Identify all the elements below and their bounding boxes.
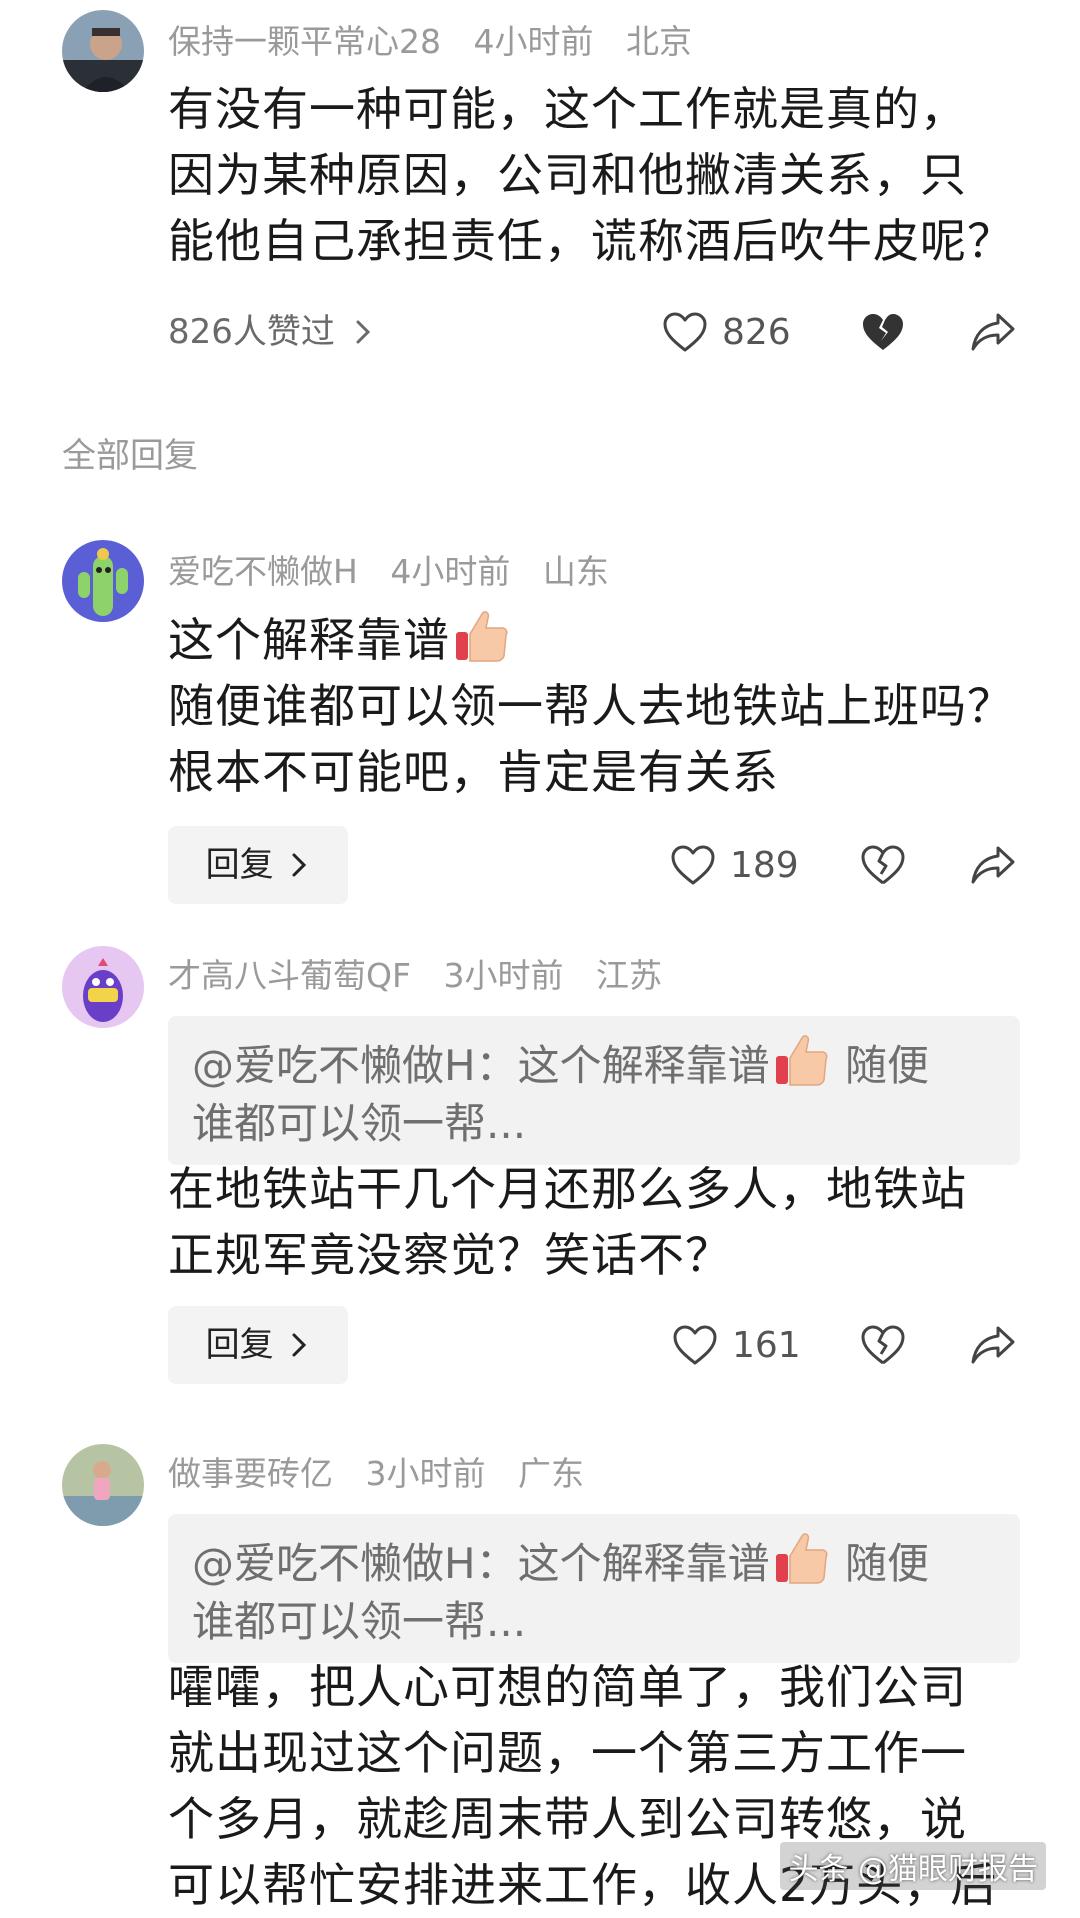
username[interactable]: 保持一颗平常心28: [168, 22, 441, 61]
avatar[interactable]: [62, 946, 144, 1028]
heart-outline-icon: [670, 844, 716, 886]
quoted-reply[interactable]: @爱吃不懒做H：这个解释靠谱 随便 谁都可以领一帮...: [168, 1016, 1020, 1165]
broken-heart-icon: [860, 844, 906, 886]
comment-line: 就出现过这个问题，一个第三方工作一: [168, 1726, 967, 1780]
comment-meta: 保持一颗平常心28 4小时前 北京: [168, 14, 714, 70]
timestamp: 3小时前: [365, 1454, 486, 1493]
username[interactable]: 做事要砖亿: [168, 1454, 333, 1493]
quote-text: @爱吃不懒做H：这个解释靠谱: [192, 1539, 770, 1588]
avatar-photo-child: [62, 1444, 144, 1526]
share-arrow-icon: [970, 844, 1016, 886]
like-button[interactable]: 189: [670, 835, 799, 895]
like-button[interactable]: 161: [672, 1315, 801, 1375]
share-arrow-icon: [970, 311, 1016, 353]
quote-text: 随便: [844, 1539, 929, 1588]
comment-line: 正规军竟没察觉？笑话不？: [168, 1228, 732, 1282]
comment-line: 能他自己承担责任，谎称酒后吹牛皮呢？: [168, 214, 1014, 268]
comment-thread-page: 保持一颗平常心28 4小时前 北京 有没有一种可能，这个工作就是真的， 因为某种…: [0, 0, 1080, 1918]
comment-text: 在地铁站干几个月还那么多人，地铁站 正规军竟没察觉？笑话不？: [168, 1156, 1028, 1288]
username[interactable]: 才高八斗葡萄QF: [168, 956, 411, 995]
avatar-eggplant: [62, 946, 144, 1028]
quote-line: 谁都可以领一帮...: [192, 1099, 527, 1148]
quoted-reply[interactable]: @爱吃不懒做H：这个解释靠谱 随便 谁都可以领一帮...: [168, 1514, 1020, 1663]
timestamp: 3小时前: [443, 956, 564, 995]
thumbs-up-emoji-icon: [770, 1526, 832, 1588]
thumbs-up-emoji-icon: [450, 604, 512, 666]
share-button[interactable]: [970, 302, 1016, 362]
share-button[interactable]: [970, 835, 1016, 895]
reply-label: 回复: [205, 1325, 274, 1365]
heart-outline-icon: [672, 1324, 718, 1366]
comment-line: 根本不可能吧，肯定是有关系: [168, 745, 779, 799]
like-count: 161: [732, 1324, 801, 1366]
avatar[interactable]: [62, 10, 144, 92]
location: 北京: [626, 22, 692, 61]
broken-heart-icon: [860, 1324, 906, 1366]
location: 广东: [518, 1454, 584, 1493]
dislike-button[interactable]: [860, 302, 906, 362]
comment-meta: 才高八斗葡萄QF 3小时前 江苏: [168, 948, 684, 1004]
comment-line: 因为某种原因，公司和他撇清关系，只: [168, 148, 967, 202]
comment-line: 嚯嚯，把人心可想的简单了，我们公司: [168, 1660, 967, 1714]
chevron-right-icon: [346, 312, 374, 352]
dislike-button[interactable]: [860, 1315, 906, 1375]
liked-by-link[interactable]: 826人赞过: [168, 302, 374, 362]
reply-label: 回复: [205, 845, 274, 885]
dislike-button[interactable]: [860, 835, 906, 895]
quote-text: 随便: [844, 1041, 929, 1090]
comment-line-text: 这个解释靠谱: [168, 613, 450, 667]
liked-by-text: 826人赞过: [168, 312, 335, 352]
like-count: 826: [722, 311, 791, 353]
share-arrow-icon: [970, 1324, 1016, 1366]
avatar-photo-man: [62, 10, 144, 92]
chevron-right-icon: [284, 845, 310, 885]
comment-text: 这个解释靠谱 随便谁都可以领一帮人去地铁站上班吗？ 根本不可能吧，肯定是有关系: [168, 604, 1028, 805]
reply-button[interactable]: 回复: [168, 826, 348, 904]
comment-line: 随便谁都可以领一帮人去地铁站上班吗？: [168, 679, 1014, 733]
comment-line: 这个解释靠谱: [168, 604, 1028, 673]
comment-meta: 爱吃不懒做H 4小时前 山东: [168, 544, 631, 600]
heart-outline-icon: [662, 311, 708, 353]
avatar[interactable]: [62, 1444, 144, 1526]
comment-line: 在地铁站干几个月还那么多人，地铁站: [168, 1162, 967, 1216]
quote-text: @爱吃不懒做H：这个解释靠谱: [192, 1041, 770, 1090]
chevron-right-icon: [284, 1325, 310, 1365]
comment-line: 有没有一种可能，这个工作就是真的，: [168, 82, 967, 136]
timestamp: 4小时前: [473, 22, 594, 61]
quote-line: @爱吃不懒做H：这个解释靠谱 随便: [192, 1028, 996, 1095]
like-count: 189: [730, 844, 799, 886]
section-title: 全部回复: [62, 436, 198, 476]
location: 山东: [542, 552, 609, 591]
avatar[interactable]: [62, 540, 144, 622]
like-button[interactable]: 826: [662, 302, 791, 362]
reply-button[interactable]: 回复: [168, 1306, 348, 1384]
comment-meta: 做事要砖亿 3小时前 广东: [168, 1446, 606, 1502]
timestamp: 4小时前: [390, 552, 511, 591]
quote-line: @爱吃不懒做H：这个解释靠谱 随便: [192, 1526, 996, 1593]
location: 江苏: [595, 956, 662, 995]
quote-line: 谁都可以领一帮...: [192, 1597, 527, 1646]
avatar-cactus: [62, 540, 144, 622]
watermark: 头条 @猫眼财报告: [780, 1842, 1046, 1890]
comment-text: 有没有一种可能，这个工作就是真的， 因为某种原因，公司和他撇清关系，只 能他自己…: [168, 76, 1028, 274]
username[interactable]: 爱吃不懒做H: [168, 552, 358, 591]
thumbs-up-emoji-icon: [770, 1028, 832, 1090]
broken-heart-icon: [860, 311, 906, 353]
share-button[interactable]: [970, 1315, 1016, 1375]
